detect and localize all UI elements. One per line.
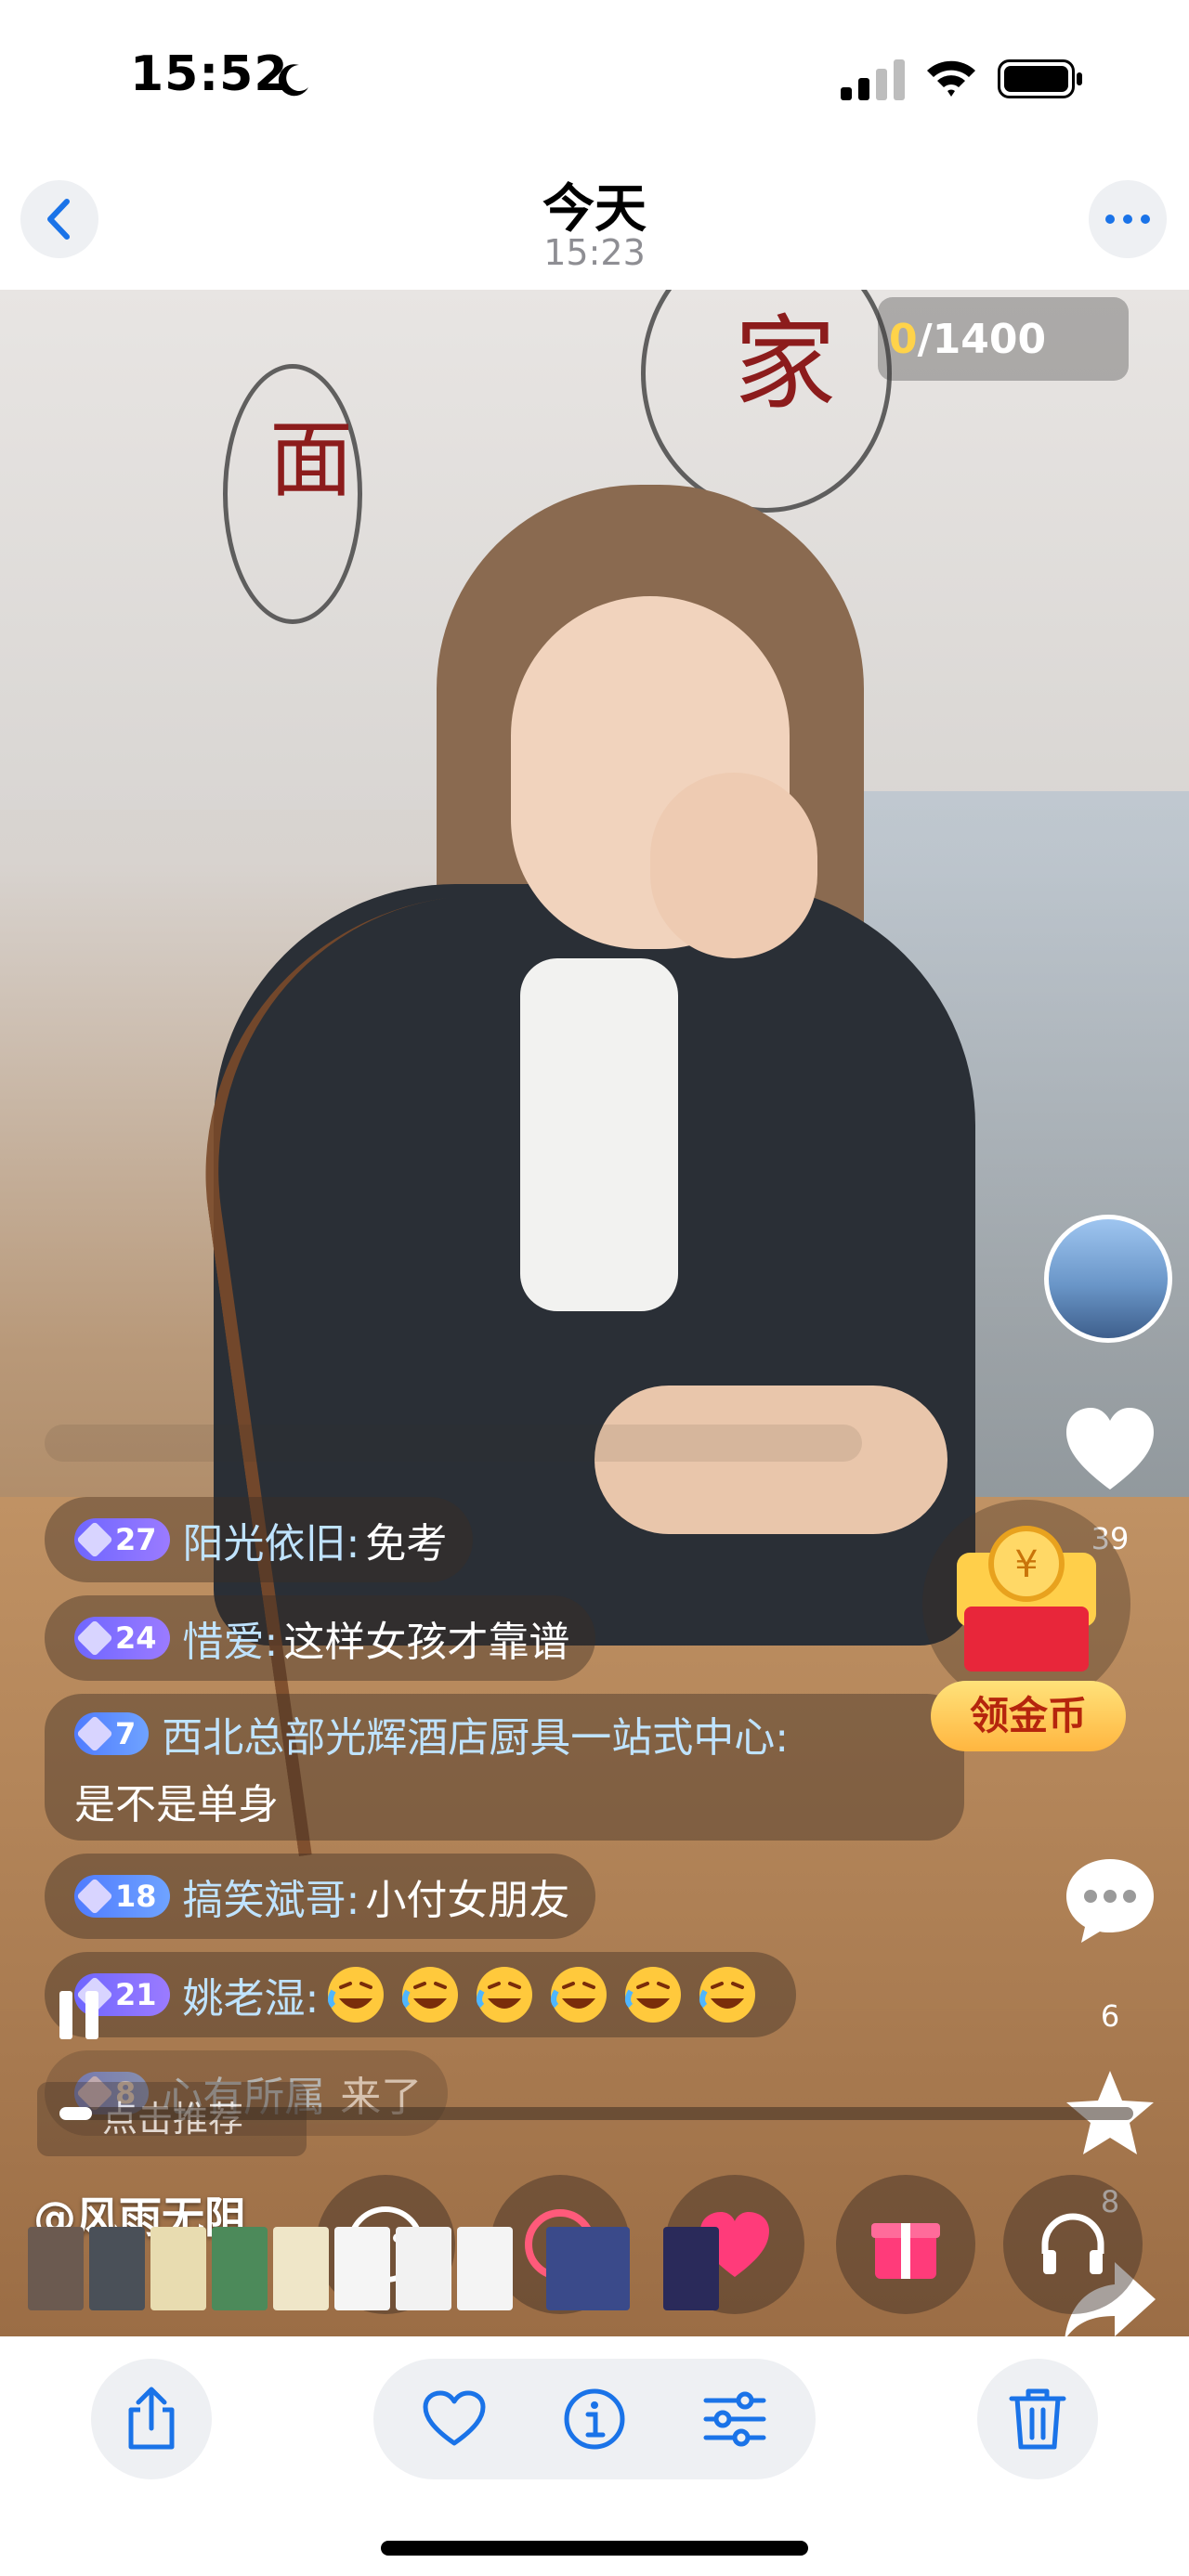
comment-user: 搞笑斌哥: xyxy=(182,1877,360,1924)
gift-box-icon xyxy=(871,2223,940,2279)
action-group xyxy=(373,2359,816,2479)
level-number: 7 xyxy=(115,1716,137,1751)
heart-outline-icon xyxy=(423,2390,486,2446)
gift-goal-total: /1400 xyxy=(917,315,1047,363)
nav-bar: 今天 15:23 xyxy=(0,158,1189,290)
heart-icon[interactable] xyxy=(1059,1400,1161,1503)
thumbnail[interactable] xyxy=(212,2227,268,2310)
gem-icon xyxy=(76,1620,113,1657)
page-subtitle: 15:23 xyxy=(543,232,646,273)
favorite-button[interactable] xyxy=(412,2377,496,2461)
cellular-signal-icon xyxy=(841,59,905,100)
laughing-crying-emoji-icon xyxy=(551,1967,608,2023)
comment-user: 阳光依旧: xyxy=(182,1520,360,1568)
audio-button[interactable] xyxy=(1003,2175,1143,2314)
thumbnail[interactable] xyxy=(396,2227,451,2310)
comment-user: 西北总部光辉酒店厨具一站式中心: xyxy=(162,1714,790,1762)
thumbnail[interactable] xyxy=(273,2227,329,2310)
sliders-icon xyxy=(703,2391,766,2447)
wall-decal-character: 家 xyxy=(734,305,836,423)
level-number: 18 xyxy=(115,1879,157,1914)
laughing-crying-emoji-icon xyxy=(328,1967,385,2023)
playback-progress-bar[interactable] xyxy=(59,2107,1133,2120)
list-item[interactable]: 7 西北总部光辉酒店厨具一站式中心: 是不是单身 xyxy=(45,1694,964,1841)
gem-icon xyxy=(76,1715,113,1752)
svg-text:¥: ¥ xyxy=(1014,1543,1038,1586)
user-level-badge: 24 xyxy=(74,1617,170,1659)
comment-text: 是不是单身 xyxy=(74,1781,279,1828)
user-level-badge: 7 xyxy=(74,1712,150,1755)
thumbnail[interactable] xyxy=(663,2227,719,2310)
level-number: 21 xyxy=(115,1977,157,2012)
playback-progress-fill xyxy=(59,2107,92,2120)
chevron-left-icon xyxy=(47,199,70,240)
thumbnail[interactable] xyxy=(28,2227,84,2310)
more-button[interactable] xyxy=(1089,180,1167,258)
wall-decal-character: 面 xyxy=(269,411,353,509)
list-item[interactable]: 21 姚老湿: xyxy=(45,1952,797,2037)
gift-goal-progress: 0 /1400 xyxy=(878,297,1129,381)
laughing-crying-emoji-icon xyxy=(625,1967,682,2023)
thumbnail-strip[interactable] xyxy=(28,2227,719,2310)
laughing-crying-emoji-icon xyxy=(699,1967,756,2023)
list-item xyxy=(45,1425,862,1462)
user-level-badge: 18 xyxy=(74,1875,170,1918)
battery-icon xyxy=(998,59,1082,98)
status-time: 15:52 xyxy=(130,46,289,102)
ellipsis-icon xyxy=(1105,215,1150,224)
comment-text: 小付女朋友 xyxy=(365,1877,570,1924)
streamer-shirt xyxy=(520,958,678,1311)
trash-icon xyxy=(1009,2388,1066,2450)
comment-text: 这样女孩才靠谱 xyxy=(283,1619,570,1666)
info-button[interactable] xyxy=(553,2377,636,2461)
comment-user: 姚老湿: xyxy=(182,1975,320,2023)
share-button[interactable] xyxy=(91,2359,212,2479)
pause-icon[interactable] xyxy=(56,1987,102,2043)
level-number: 24 xyxy=(115,1620,157,1656)
headphones-icon xyxy=(1041,2213,1104,2274)
claim-coins-button[interactable]: 领金币 xyxy=(931,1681,1126,1751)
laughing-crying-emoji-icon xyxy=(477,1967,533,2023)
thumbnail[interactable] xyxy=(546,2227,630,2310)
comment-text: 免考 xyxy=(365,1520,448,1568)
list-item[interactable]: 24 惜爱: 这样女孩才靠谱 xyxy=(45,1595,596,1681)
laughing-crying-emoji-icon xyxy=(402,1967,459,2023)
list-item[interactable]: 27 阳光依旧: 免考 xyxy=(45,1497,474,1582)
thumbnail[interactable] xyxy=(457,2227,513,2310)
list-item[interactable]: 18 搞笑斌哥: 小付女朋友 xyxy=(45,1854,596,1939)
home-indicator xyxy=(381,2541,808,2556)
moon-icon xyxy=(278,64,308,97)
wifi-icon xyxy=(927,60,975,97)
status-bar: 15:52 xyxy=(0,0,1189,158)
user-level-badge: 27 xyxy=(74,1518,170,1561)
live-stream-video[interactable]: 面 家 0 /1400 27 阳光依旧: 免考 24 惜爱: 这样女孩才靠谱 7… xyxy=(0,290,1189,2336)
thumbnail[interactable] xyxy=(150,2227,206,2310)
streamer-hand xyxy=(650,773,817,958)
adjust-button[interactable] xyxy=(693,2377,777,2461)
delete-button[interactable] xyxy=(977,2359,1098,2479)
comment-count: 6 xyxy=(1100,1998,1120,2034)
thumbnail[interactable] xyxy=(334,2227,390,2310)
gem-icon xyxy=(76,1878,113,1915)
back-button[interactable] xyxy=(20,180,98,258)
info-icon xyxy=(564,2388,625,2450)
gift-goal-current: 0 xyxy=(889,315,918,363)
thumbnail[interactable] xyxy=(89,2227,145,2310)
streamer-avatar[interactable] xyxy=(1044,1215,1172,1343)
level-number: 27 xyxy=(115,1522,157,1557)
gift-button[interactable] xyxy=(836,2175,975,2314)
comment-user: 惜爱: xyxy=(182,1619,279,1666)
treasure-chest-icon[interactable]: ¥ xyxy=(920,1497,1133,1711)
gem-icon xyxy=(76,1521,113,1558)
comment-bubble-icon[interactable] xyxy=(1059,1850,1161,1952)
page-title: 今天 xyxy=(542,179,647,240)
share-icon xyxy=(128,2387,175,2450)
